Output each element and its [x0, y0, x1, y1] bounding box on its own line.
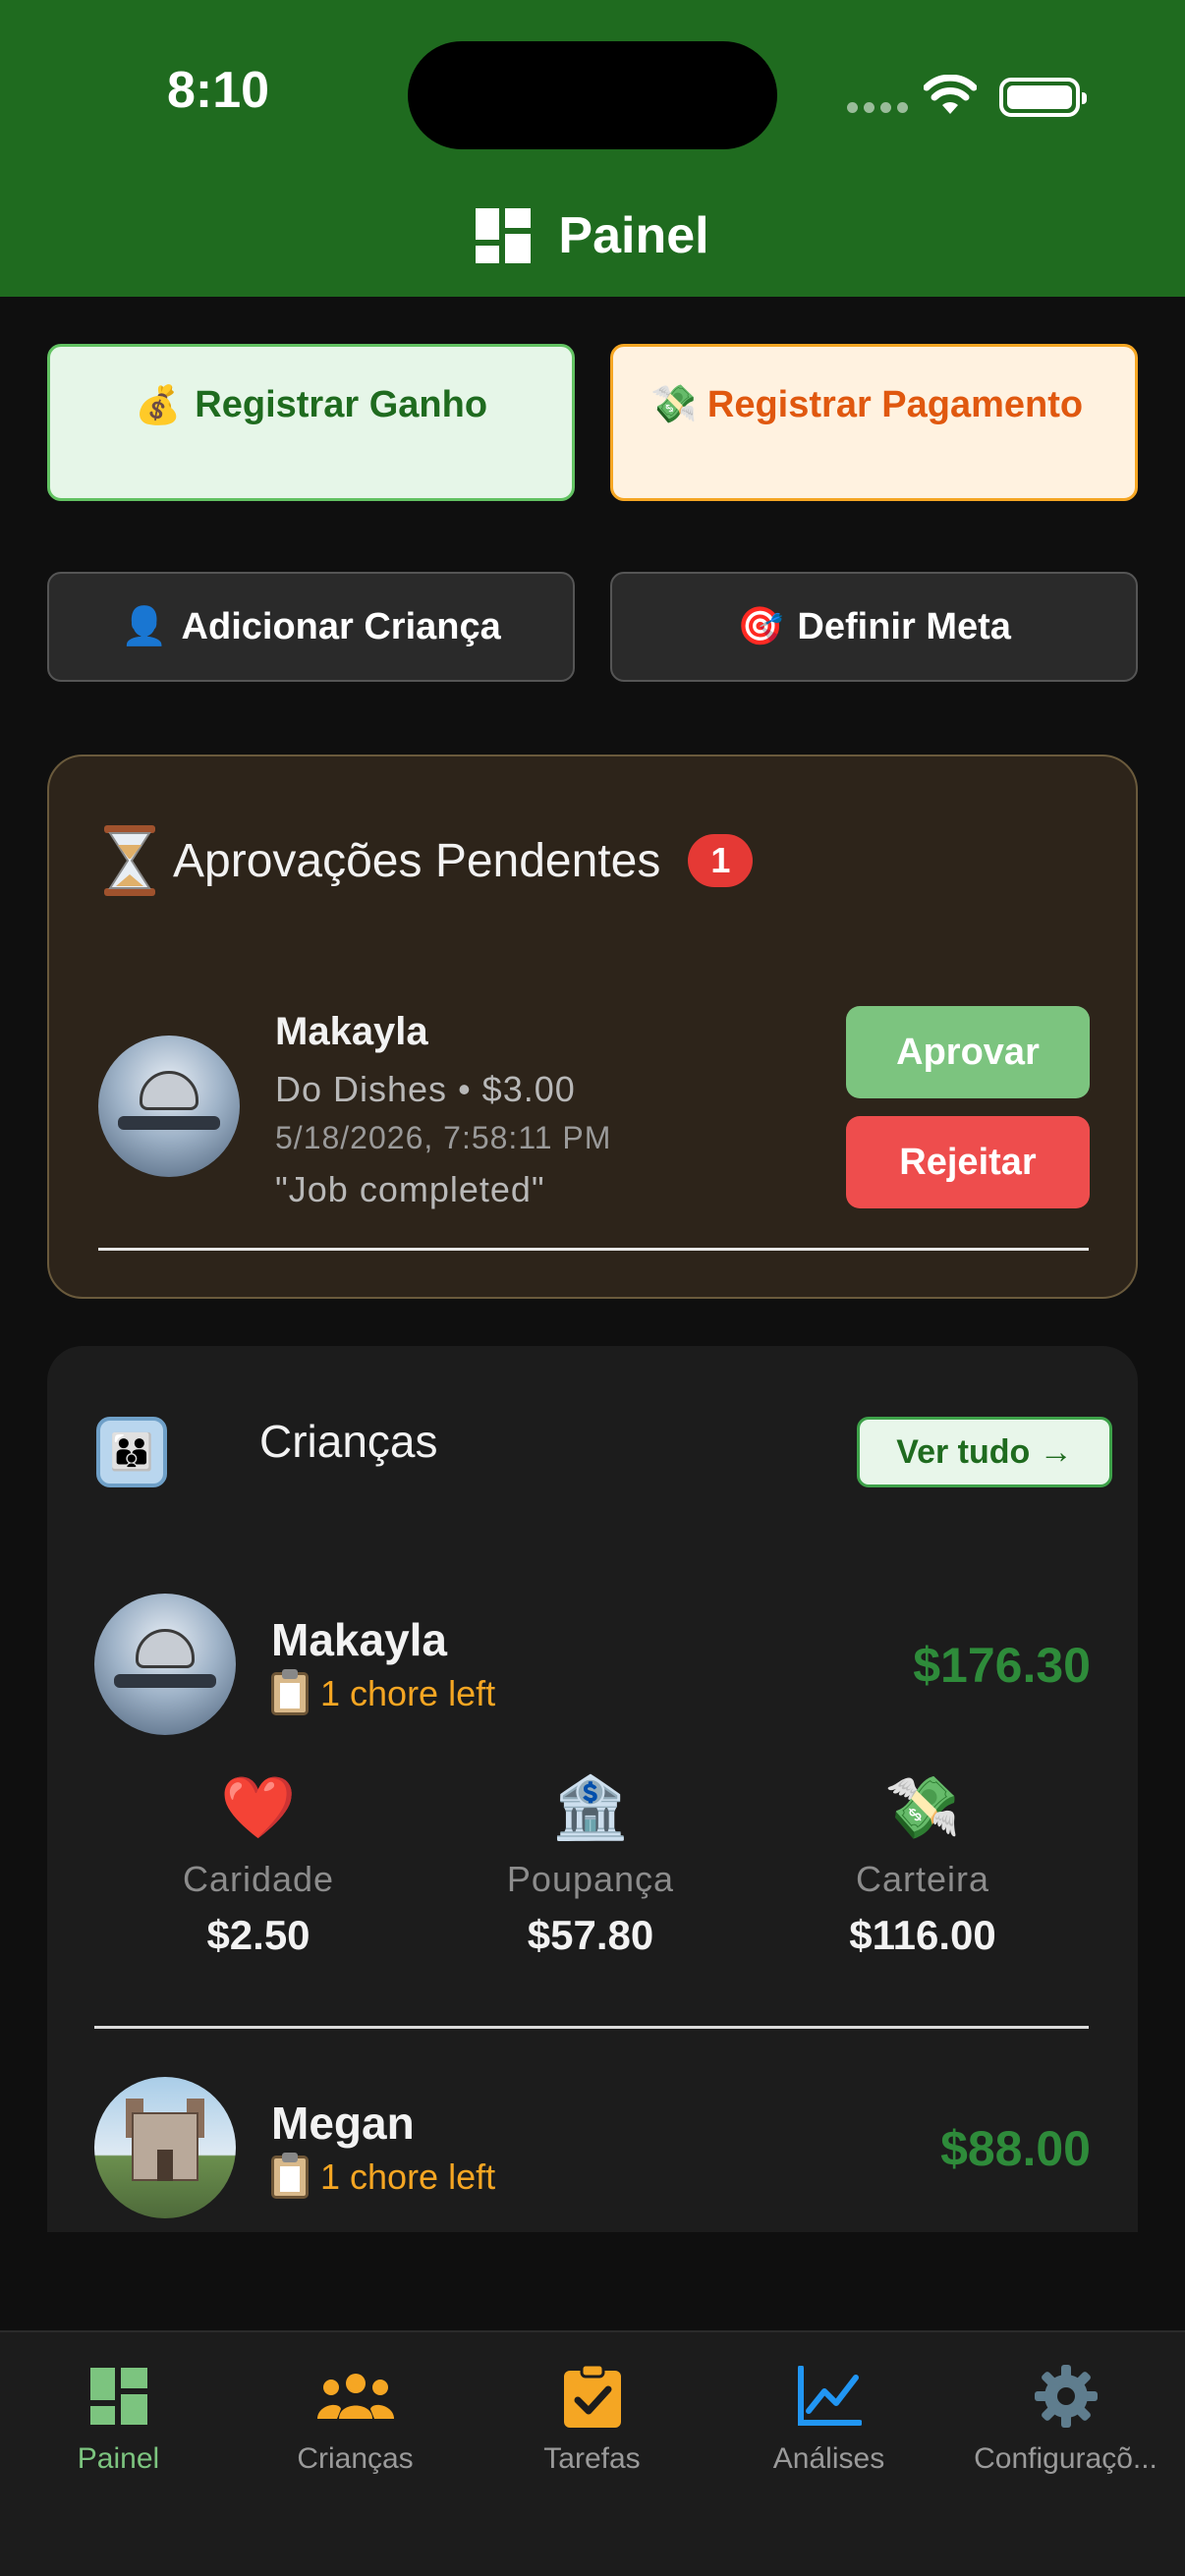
approve-button[interactable]: Aprovar — [846, 1006, 1090, 1098]
set-goal-label: Definir Meta — [797, 605, 1011, 647]
pending-note: "Job completed" — [275, 1169, 545, 1209]
bucket-value: $2.50 — [206, 1912, 310, 1958]
tab-settings[interactable]: Configuraçõ... — [947, 2358, 1184, 2476]
bucket-value: $116.00 — [849, 1912, 996, 1958]
pending-count-badge: 1 — [688, 834, 754, 887]
tab-dashboard[interactable]: Painel — [0, 2358, 237, 2476]
bucket-wallet: 💸 Carteira $116.00 — [775, 1772, 1070, 1959]
add-child-button[interactable]: 👤 Adicionar Criança — [47, 572, 575, 682]
register-payment-button[interactable]: 💸 Registrar Pagamento — [610, 344, 1138, 501]
chart-line-icon — [797, 2366, 862, 2426]
money-wings-icon: 💸 — [884, 1774, 961, 1842]
bucket-value: $57.80 — [527, 1912, 654, 1958]
child-total: $88.00 — [940, 2121, 1091, 2176]
bucket-label: Poupança — [506, 1859, 675, 1899]
bucket-label: Caridade — [182, 1859, 335, 1899]
child-name[interactable]: Megan — [271, 2097, 415, 2150]
register-payment-label: Registrar Pagamento — [706, 384, 1084, 425]
register-earning-label: Registrar Ganho — [195, 384, 488, 425]
pending-date: 5/18/2026, 7:58:11 PM — [275, 1120, 612, 1155]
app-header: 8:10 Painel — [0, 0, 1185, 297]
tab-chores[interactable]: Tarefas — [474, 2358, 710, 2476]
children-card: 👪 Crianças Ver tudo → Makayla 1 chore le… — [47, 1346, 1138, 2232]
bucket-label: Carteira — [855, 1859, 990, 1899]
avatar — [98, 1036, 240, 1177]
register-earning-button[interactable]: 💰 Registrar Ganho — [47, 344, 575, 501]
pending-task: Do Dishes • $3.00 — [275, 1069, 576, 1109]
tab-label: Crianças — [297, 2442, 414, 2475]
add-child-label: Adicionar Criança — [181, 605, 501, 647]
divider — [98, 1248, 1089, 1251]
reject-button[interactable]: Rejeitar — [846, 1116, 1090, 1208]
clipboard-check-icon — [563, 2365, 621, 2428]
dynamic-island — [408, 41, 777, 149]
chores-left: 1 chore left — [271, 1669, 496, 1715]
family-icon: 👪 — [96, 1417, 167, 1487]
clipboard-icon — [271, 1669, 309, 1715]
tab-bar: Painel Crianças Tarefas Análises Configu… — [0, 2330, 1185, 2576]
bucket-savings: 🏦 Poupança $57.80 — [443, 1772, 738, 1959]
tab-children[interactable]: Crianças — [237, 2358, 474, 2476]
chores-left-label: 1 chore left — [320, 2156, 496, 2197]
cellular-signal-icon — [847, 102, 908, 113]
dashboard-icon — [89, 2368, 147, 2425]
tab-label: Análises — [772, 2442, 885, 2475]
people-icon — [316, 2374, 394, 2419]
dashboard-icon — [476, 208, 532, 263]
person-icon: 👤 — [121, 606, 168, 647]
tab-analytics[interactable]: Análises — [710, 2358, 947, 2476]
page-title-wrap: Painel — [0, 206, 1185, 265]
set-goal-button[interactable]: 🎯 Definir Meta — [610, 572, 1138, 682]
children-title: Crianças — [259, 1416, 438, 1467]
wifi-icon — [924, 75, 977, 114]
tab-label: Tarefas — [543, 2442, 641, 2475]
avatar[interactable] — [94, 1594, 236, 1735]
tab-label: Configuraçõ... — [974, 2442, 1157, 2475]
battery-icon — [999, 78, 1087, 117]
clipboard-icon — [271, 2153, 309, 2199]
bucket-charity: ❤️ Caridade $2.50 — [111, 1772, 406, 1959]
page-title: Painel — [558, 207, 709, 264]
pending-approvals-card: Aprovações Pendentes 1 Makayla Do Dishes… — [47, 755, 1138, 1299]
tab-label: Painel — [77, 2442, 160, 2475]
child-total: $176.30 — [913, 1638, 1091, 1693]
pending-header: Aprovações Pendentes 1 — [102, 825, 754, 896]
money-wings-icon: 💸 — [650, 384, 698, 425]
divider — [94, 2026, 1089, 2029]
hourglass-icon — [104, 825, 155, 896]
gear-icon — [1034, 2365, 1098, 2428]
avatar[interactable] — [94, 2077, 236, 2218]
chores-left-label: 1 chore left — [320, 1673, 496, 1713]
money-bag-icon: 💰 — [134, 385, 182, 426]
pending-child-name: Makayla — [275, 1010, 428, 1053]
see-all-button[interactable]: Ver tudo → — [857, 1417, 1112, 1487]
heart-icon: ❤️ — [220, 1774, 297, 1842]
bank-icon: 🏦 — [552, 1774, 629, 1842]
chores-left: 1 chore left — [271, 2153, 496, 2199]
target-icon: 🎯 — [737, 606, 784, 647]
child-name[interactable]: Makayla — [271, 1613, 447, 1666]
status-time: 8:10 — [167, 62, 270, 119]
pending-title: Aprovações Pendentes — [173, 834, 661, 887]
